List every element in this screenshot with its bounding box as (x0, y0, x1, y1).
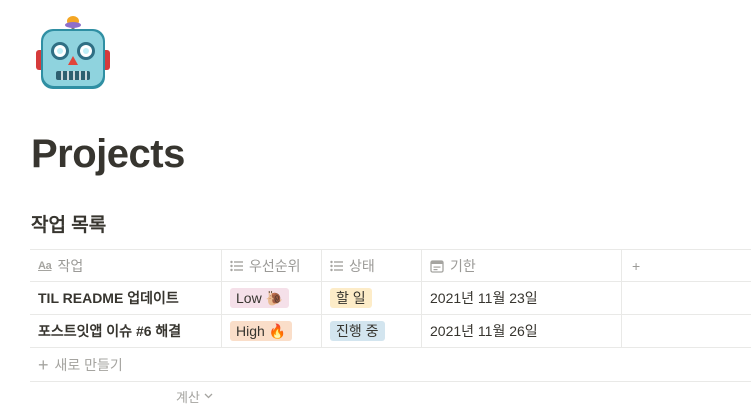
add-property-button[interactable]: + (622, 250, 751, 281)
priority-tag: Low 🐌 (230, 288, 290, 308)
due-cell[interactable]: 2021년 11월 26일 (422, 315, 622, 347)
column-header-status[interactable]: 상태 (322, 250, 422, 281)
task-cell[interactable]: TIL README 업데이트 (30, 282, 222, 314)
column-header-task[interactable]: Aa 작업 (30, 250, 222, 281)
table-header-row: Aa 작업 우선순위 상태 기한 + (30, 249, 751, 282)
due-cell[interactable]: 2021년 11월 23일 (422, 282, 622, 314)
status-tag: 진행 중 (330, 321, 385, 341)
due-date: 2021년 11월 23일 (430, 290, 538, 306)
column-header-label: 상태 (349, 257, 375, 274)
new-row-label: 새로 만들기 (54, 357, 123, 373)
database-title[interactable]: 작업 목록 (31, 212, 106, 240)
empty-cell (622, 282, 751, 314)
plus-icon: + (38, 354, 49, 375)
task-cell[interactable]: 포스트잇앱 이슈 #6 해결 (30, 315, 222, 347)
priority-tag: High 🔥 (230, 321, 293, 341)
priority-cell[interactable]: Low 🐌 (222, 282, 322, 314)
column-header-priority[interactable]: 우선순위 (222, 250, 322, 281)
calculate-button[interactable]: 계산 (176, 387, 213, 406)
column-header-due[interactable]: 기한 (422, 250, 622, 281)
database-table: Aa 작업 우선순위 상태 기한 + TIL README 업데이트 Low 🐌… (30, 249, 751, 348)
plus-icon: + (632, 257, 641, 274)
due-date: 2021년 11월 26일 (430, 323, 538, 339)
priority-cell[interactable]: High 🔥 (222, 315, 322, 347)
status-tag: 할 일 (330, 288, 372, 308)
table-row[interactable]: TIL README 업데이트 Low 🐌 할 일 2021년 11월 23일 (30, 282, 751, 315)
column-header-label: 기한 (450, 257, 476, 274)
column-header-label: 작업 (57, 257, 84, 274)
calendar-icon (430, 259, 444, 273)
table-row[interactable]: 포스트잇앱 이슈 #6 해결 High 🔥 진행 중 2021년 11월 26일 (30, 315, 751, 348)
chevron-down-icon (204, 391, 213, 402)
column-header-label: 우선순위 (249, 257, 301, 274)
calculate-label: 계산 (176, 390, 200, 405)
text-aa-icon: Aa (38, 259, 52, 272)
robot-face-icon[interactable] (36, 14, 110, 92)
task-title[interactable]: TIL README 업데이트 (38, 288, 179, 308)
new-row-button[interactable]: + 새로 만들기 (30, 349, 751, 382)
status-cell[interactable]: 할 일 (322, 282, 422, 314)
task-title[interactable]: 포스트잇앱 이슈 #6 해결 (38, 321, 181, 341)
page-title[interactable]: Projects (31, 128, 185, 180)
list-icon (330, 260, 343, 272)
empty-cell (622, 315, 751, 347)
list-icon (230, 260, 243, 272)
status-cell[interactable]: 진행 중 (322, 315, 422, 347)
